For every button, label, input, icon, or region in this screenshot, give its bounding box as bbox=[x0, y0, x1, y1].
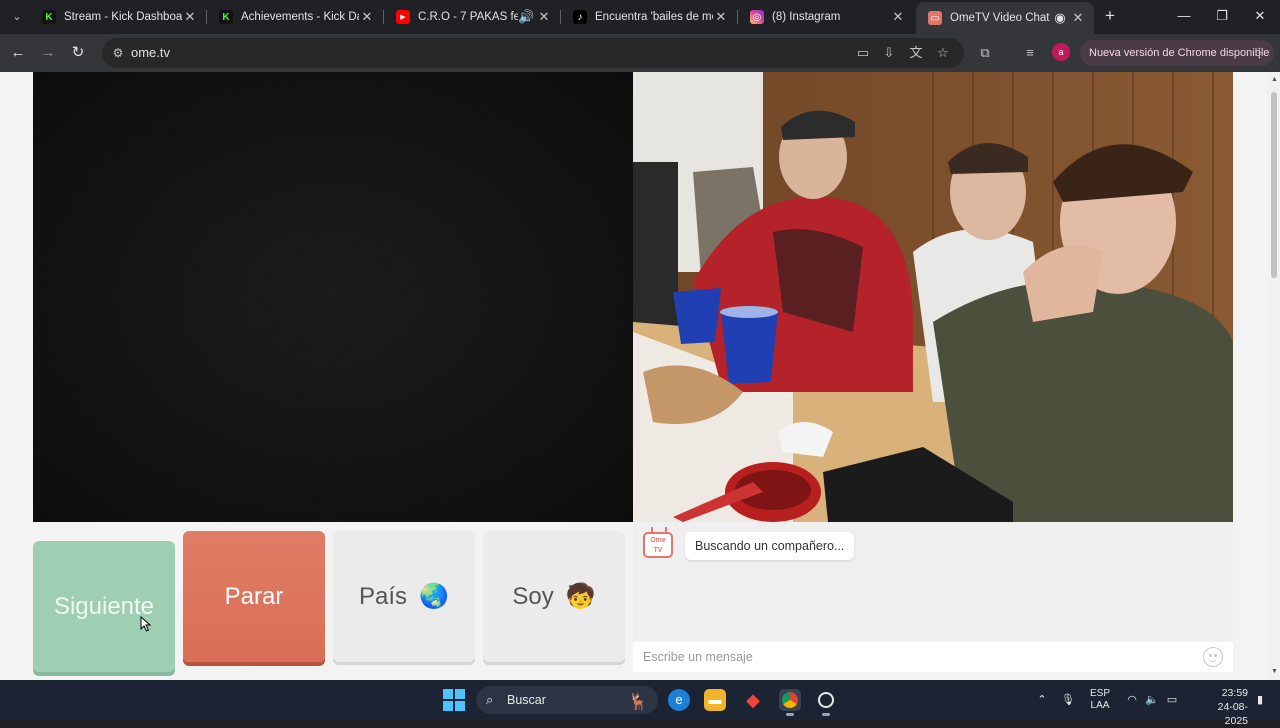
layout-label: LAA bbox=[1090, 700, 1110, 711]
microphone-icon[interactable]: 🎙 bbox=[1060, 680, 1076, 720]
instagram-icon: ◎ bbox=[750, 10, 764, 24]
next-button[interactable]: Siguiente bbox=[33, 541, 175, 672]
recording-icon: ◉ bbox=[1054, 10, 1066, 25]
windows-taskbar: ⌕ Buscar 🦌 e ▬ ◆ ⌃ 🎙 ESP LAA ◠ 🔈 ▭ 23:59… bbox=[0, 680, 1280, 727]
gender-select-button[interactable]: Soy 🧒 bbox=[483, 531, 625, 662]
tab-search-button[interactable]: ⌄ bbox=[6, 7, 28, 27]
wifi-icon[interactable]: ◠ bbox=[1124, 680, 1140, 720]
partner-video-frame bbox=[633, 72, 1233, 522]
new-tab-button[interactable]: + bbox=[1100, 6, 1120, 26]
close-icon[interactable]: ✕ bbox=[1070, 10, 1086, 26]
taskbar-search[interactable]: ⌕ Buscar 🦌 bbox=[476, 686, 658, 714]
tab-ometv[interactable]: ▭ OmeTV Video Chat — ◉ ✕ bbox=[916, 2, 1094, 34]
close-icon[interactable]: ✕ bbox=[890, 9, 906, 25]
search-icon: ⌕ bbox=[486, 692, 494, 707]
message-input[interactable] bbox=[633, 642, 1233, 672]
notification-icon[interactable]: ▮ bbox=[1252, 680, 1268, 720]
input-language[interactable]: ESP LAA bbox=[1086, 680, 1114, 720]
stop-button[interactable]: Parar bbox=[183, 531, 325, 662]
tab-title: C.R.O - 7 PAKAS feat. C bbox=[418, 11, 518, 23]
anydesk-icon[interactable]: ◆ bbox=[742, 689, 764, 711]
tab-title: OmeTV Video Chat — bbox=[950, 12, 1052, 24]
tab-youtube[interactable]: ▶ C.R.O - 7 PAKAS feat. C 🔊 ✕ bbox=[384, 4, 561, 30]
volume-icon[interactable]: 🔈 bbox=[1144, 680, 1160, 720]
tray-overflow-icon[interactable]: ⌃ bbox=[1034, 680, 1050, 720]
windows-start-icon[interactable] bbox=[443, 689, 465, 711]
tab-kick-achievements[interactable]: K Achievements - Kick Dashboard ✕ bbox=[207, 4, 384, 30]
forward-button[interactable]: → bbox=[37, 42, 59, 64]
page-scrollbar[interactable]: ▲ ▼ bbox=[1268, 72, 1280, 680]
scroll-up-icon[interactable]: ▲ bbox=[1271, 76, 1278, 83]
tab-strip: ⌄ K Stream - Kick Dashboard ✕ K Achievem… bbox=[0, 0, 1280, 34]
close-icon[interactable]: ✕ bbox=[359, 9, 375, 25]
speaker-icon[interactable]: 🔊 bbox=[518, 9, 534, 25]
obs-icon[interactable] bbox=[815, 689, 837, 716]
tab-title: Encuentra 'bailes de motin bbox=[595, 11, 713, 23]
tab-tiktok[interactable]: ♪ Encuentra 'bailes de motin ✕ bbox=[561, 4, 738, 30]
browser-toolbar: ← → ↻ ⚙ ome.tv ▭ ⇩ 文 ☆ ⧉ ≡ a Nueva versi… bbox=[0, 34, 1280, 72]
search-label: Buscar bbox=[507, 693, 546, 707]
deer-icon: 🦌 bbox=[628, 694, 648, 711]
close-icon[interactable]: ✕ bbox=[713, 9, 729, 25]
country-filter-button[interactable]: País 🌏 bbox=[333, 531, 475, 662]
clock-date: 24-08-2025 bbox=[1217, 701, 1248, 727]
system-clock[interactable]: 23:59 24-08-2025 bbox=[1200, 686, 1248, 728]
scroll-thumb[interactable] bbox=[1271, 92, 1277, 278]
reload-button[interactable]: ↻ bbox=[67, 42, 89, 64]
camera-icon[interactable]: ▭ bbox=[854, 44, 872, 62]
restore-button[interactable]: ❐ bbox=[1211, 6, 1233, 26]
scroll-down-icon[interactable]: ▼ bbox=[1271, 668, 1278, 675]
emoji-icon[interactable] bbox=[1203, 647, 1223, 667]
close-icon[interactable]: ✕ bbox=[182, 9, 198, 25]
translate-icon[interactable]: 文 bbox=[907, 44, 925, 62]
chrome-icon[interactable] bbox=[779, 689, 801, 716]
media-controls-icon[interactable]: ≡ bbox=[1021, 44, 1039, 62]
close-window-button[interactable]: ✕ bbox=[1249, 6, 1271, 26]
address-bar[interactable]: ⚙ ome.tv bbox=[102, 38, 964, 68]
mouse-cursor-icon bbox=[140, 616, 152, 632]
site-info-icon[interactable]: ⚙ bbox=[110, 45, 126, 61]
tab-title: Stream - Kick Dashboard bbox=[64, 11, 182, 23]
chat-panel: Ome TV Buscando un compañero... bbox=[633, 522, 1233, 672]
tab-instagram[interactable]: ◎ (8) Instagram ✕ bbox=[738, 4, 914, 30]
tab-kick-stream[interactable]: K Stream - Kick Dashboard ✕ bbox=[30, 4, 207, 30]
status-message: Buscando un compañero... bbox=[685, 532, 855, 560]
tab-title: (8) Instagram bbox=[772, 11, 841, 23]
tiktok-icon: ♪ bbox=[573, 10, 587, 24]
language-label: ESP bbox=[1089, 688, 1110, 699]
file-explorer-icon[interactable]: ▬ bbox=[704, 689, 726, 711]
battery-icon[interactable]: ▭ bbox=[1164, 680, 1180, 720]
kick-icon: K bbox=[219, 10, 233, 24]
install-app-icon[interactable]: ⇩ bbox=[880, 44, 898, 62]
profile-avatar[interactable]: a bbox=[1052, 43, 1070, 61]
globe-icon: 🌏 bbox=[419, 583, 449, 610]
minimize-button[interactable]: — bbox=[1173, 6, 1195, 26]
gender-label: Soy bbox=[512, 582, 554, 610]
partner-video bbox=[633, 72, 1233, 522]
extensions-icon[interactable]: ⧉ bbox=[976, 44, 994, 62]
tab-title: Achievements - Kick Dashboard bbox=[241, 11, 359, 23]
clock-time: 23:59 bbox=[1221, 687, 1248, 699]
menu-dots-icon[interactable]: ⋮ bbox=[1253, 40, 1266, 66]
ometv-page: Siguiente Parar País 🌏 Soy 🧒 Ome TV Busc… bbox=[0, 72, 1268, 680]
ometv-logo-icon: Ome TV bbox=[643, 532, 673, 558]
ometv-icon: ▭ bbox=[928, 11, 942, 25]
local-video bbox=[33, 72, 633, 522]
bookmark-star-icon[interactable]: ☆ bbox=[934, 44, 952, 62]
chrome-update-button[interactable]: Nueva versión de Chrome disponible ⋮ bbox=[1080, 40, 1274, 66]
boy-icon: 🧒 bbox=[565, 583, 596, 610]
country-label: País bbox=[359, 582, 408, 610]
update-label: Nueva versión de Chrome disponible bbox=[1089, 47, 1270, 59]
youtube-icon: ▶ bbox=[396, 10, 410, 24]
back-button[interactable]: ← bbox=[7, 42, 29, 64]
edge-icon[interactable]: e bbox=[668, 689, 690, 711]
kick-icon: K bbox=[42, 10, 56, 24]
stop-label: Parar bbox=[224, 582, 284, 610]
url-text[interactable]: ome.tv bbox=[131, 45, 170, 60]
close-icon[interactable]: ✕ bbox=[536, 9, 552, 25]
